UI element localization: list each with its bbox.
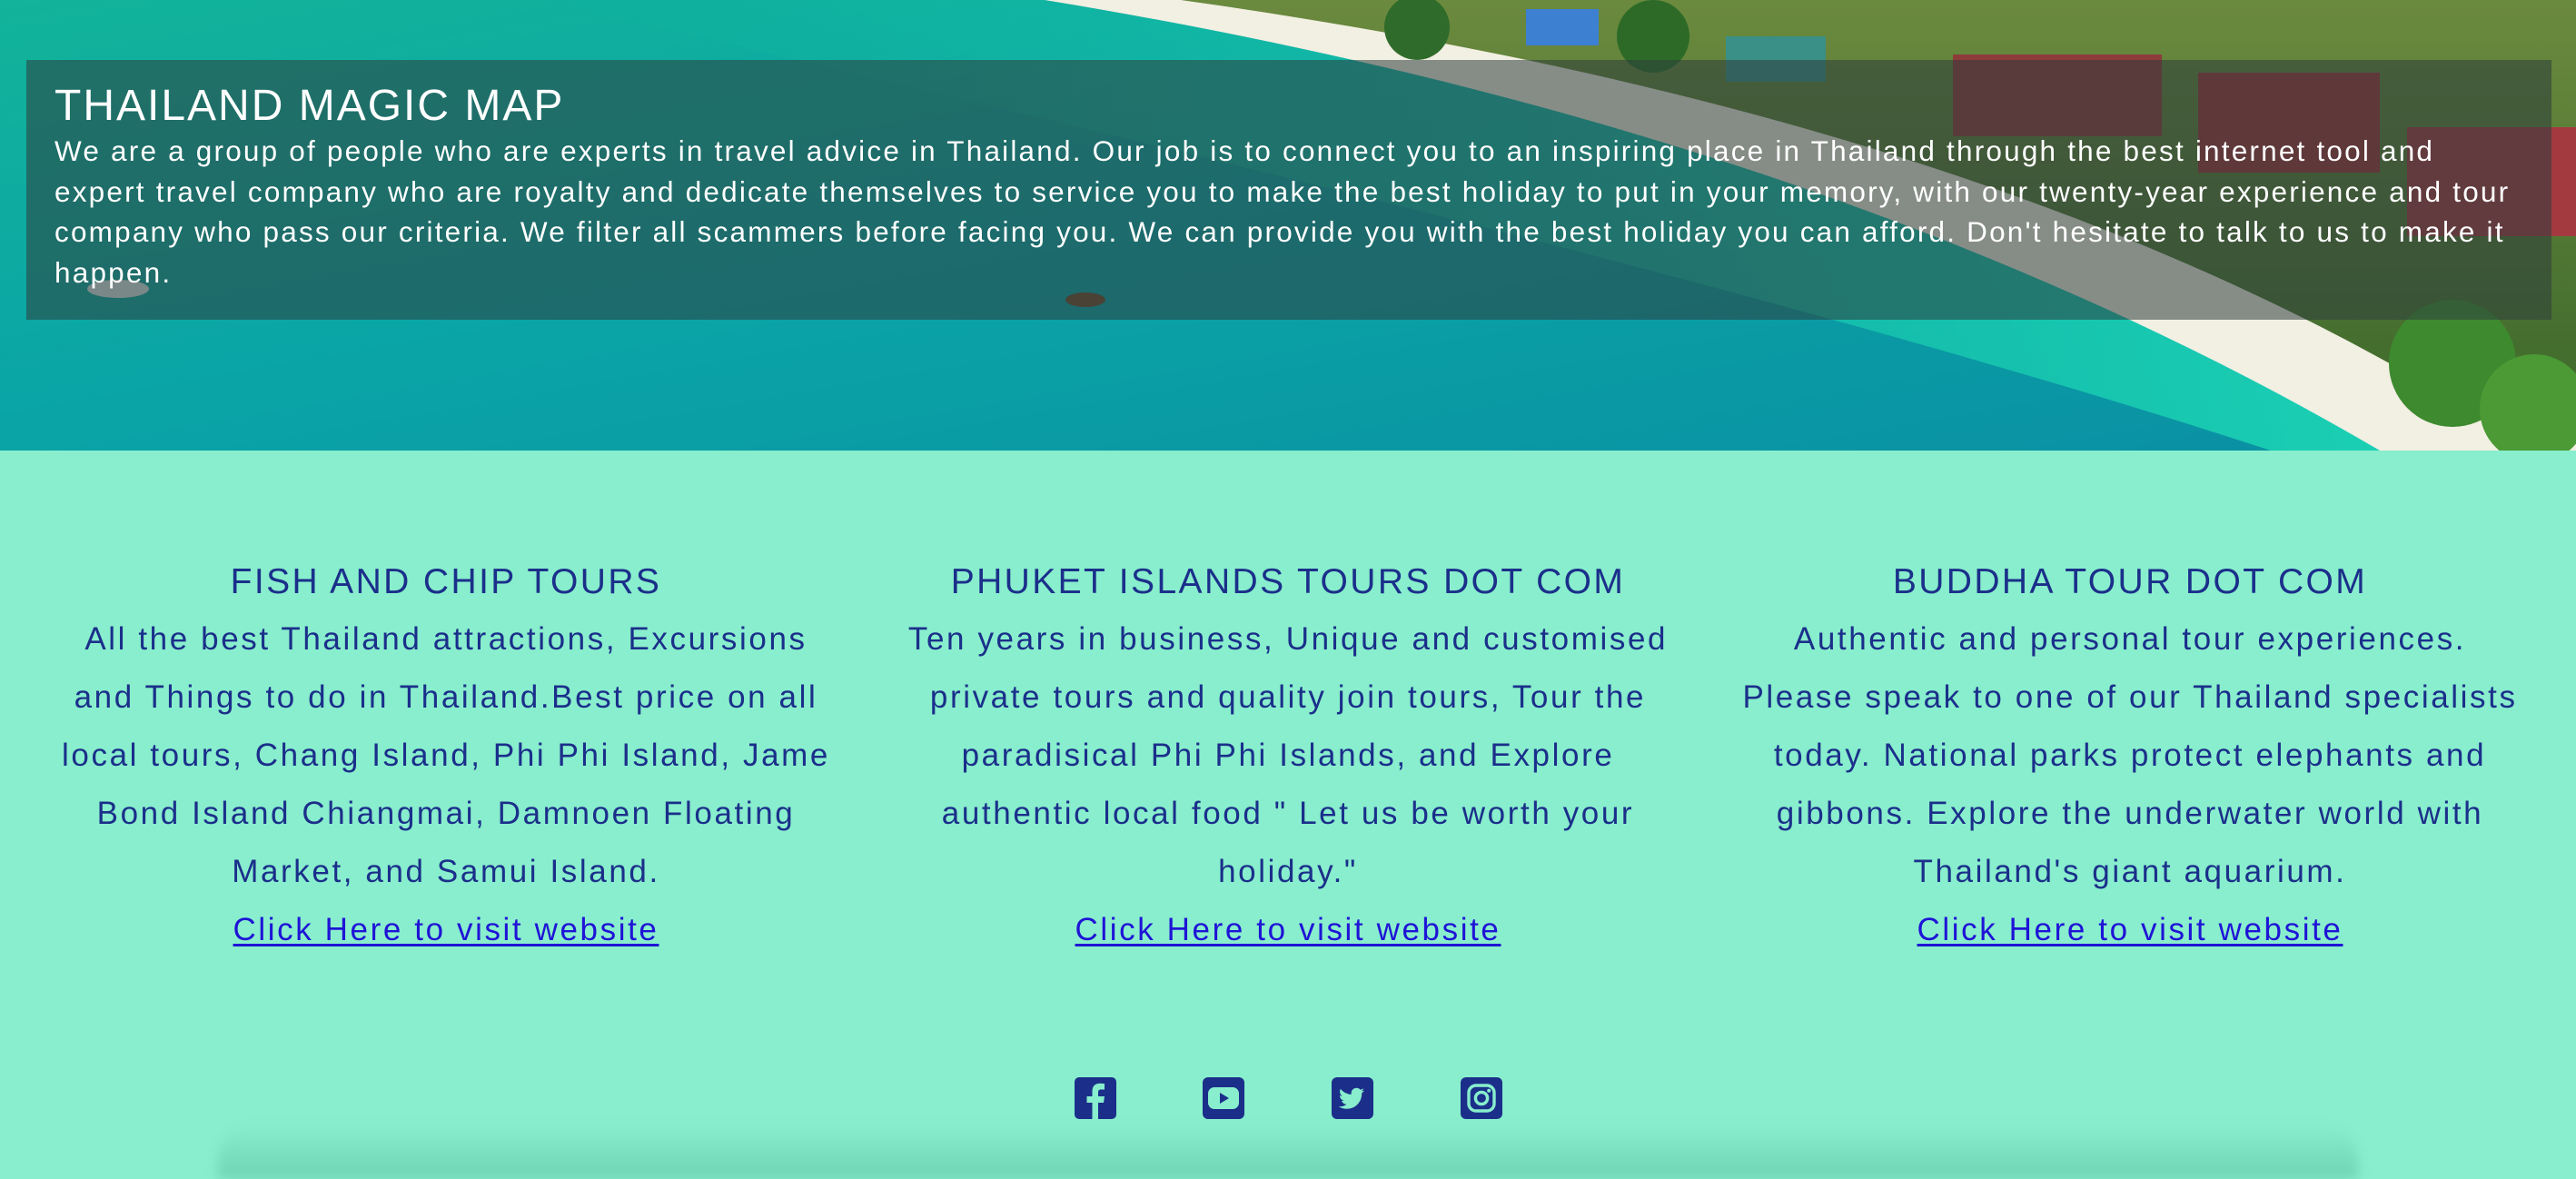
tour-card-title: BUDDHA TOUR DOT COM xyxy=(1892,562,2368,601)
tour-card-title: PHUKET ISLANDS TOURS DOT COM xyxy=(950,562,1626,601)
twitter-icon[interactable] xyxy=(1332,1077,1373,1119)
instagram-icon[interactable] xyxy=(1461,1077,1502,1119)
tour-card-title: FISH AND CHIP TOURS xyxy=(230,562,662,601)
tour-card-buddha-tour: BUDDHA TOUR DOT COM Authentic and person… xyxy=(1737,554,2523,959)
social-links xyxy=(1075,1077,1503,1121)
tour-card-phuket-islands: PHUKET ISLANDS TOURS DOT COM Ten years i… xyxy=(890,554,1686,959)
footer-shadow xyxy=(218,1125,2358,1179)
site-description: We are a group of people who are experts… xyxy=(54,134,2511,289)
youtube-icon[interactable] xyxy=(1203,1077,1244,1119)
tour-card-description: Ten years in business, Unique and custom… xyxy=(907,621,1669,889)
hero-banner: THAILAND MAGIC MAP We are a group of peo… xyxy=(0,0,2576,451)
site-title: THAILAND MAGIC MAP xyxy=(54,82,565,130)
visit-website-link[interactable]: Click Here to visit website xyxy=(1917,901,2343,959)
visit-website-link[interactable]: Click Here to visit website xyxy=(1075,901,1501,959)
tour-card-description: All the best Thailand attractions, Excur… xyxy=(62,621,830,889)
tour-card-fish-and-chip: FISH AND CHIP TOURS All the best Thailan… xyxy=(53,554,839,959)
tour-card-description: Authentic and personal tour experiences.… xyxy=(1742,621,2518,889)
hero-overlay-panel: THAILAND MAGIC MAP We are a group of peo… xyxy=(26,60,2551,320)
visit-website-link[interactable]: Click Here to visit website xyxy=(233,901,659,959)
tour-companies: FISH AND CHIP TOURS All the best Thailan… xyxy=(0,554,2576,1026)
facebook-icon[interactable] xyxy=(1075,1077,1116,1119)
